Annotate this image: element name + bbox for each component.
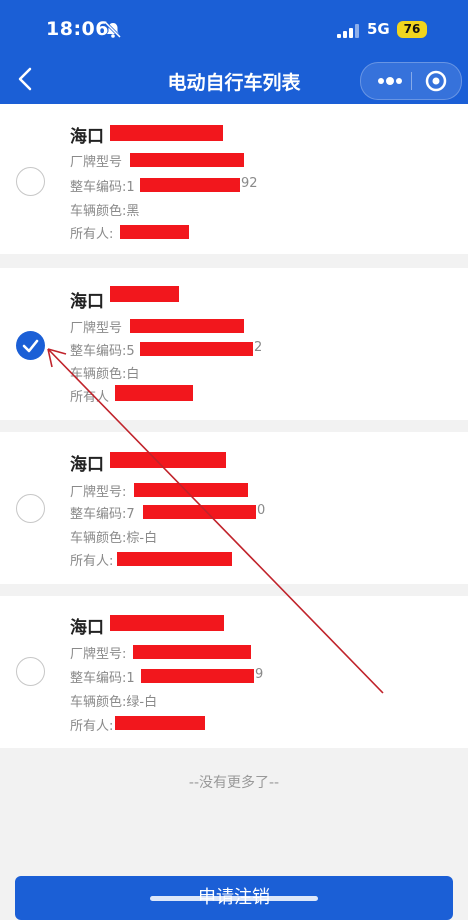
home-indicator [150,896,318,901]
color-label: 车辆颜色:绿-白 [70,695,158,710]
mini-program-capsule [360,62,462,100]
no-more-text: --没有更多了-- [188,775,280,791]
brand-model-label: 厂牌型号: [70,647,127,662]
status-bar: 18:06 5G 76 [0,18,468,44]
frame-code-label: 整车编码:1 [70,180,135,195]
select-radio[interactable] [16,167,45,196]
vehicle-card[interactable]: 海口 厂牌型号 整车编码:1 92 车辆颜色:黑 所有人: [0,104,468,254]
redaction-bar [133,645,251,659]
vehicle-card[interactable]: 海口 厂牌型号 整车编码:5 2 车辆颜色:白 所有人 [0,268,468,420]
vehicle-card[interactable]: 海口 厂牌型号: 整车编码:7 0 车辆颜色:棕-白 所有人: [0,432,468,584]
redaction-bar [110,286,179,302]
redaction-bar [117,552,232,566]
select-radio[interactable] [16,657,45,686]
redaction-bar [110,615,224,631]
redaction-bar [140,178,240,192]
select-radio-checked[interactable] [16,331,45,360]
color-label: 车辆颜色:棕-白 [70,531,158,546]
signal-icon [337,24,359,38]
redaction-bar [110,125,223,141]
owner-label: 所有人: [70,719,114,734]
redaction-bar [134,483,248,497]
battery-indicator: 76 [397,21,427,38]
owner-label: 所有人 [70,390,110,405]
select-radio[interactable] [16,494,45,523]
frame-code-tail: 2 [254,340,263,355]
color-label: 车辆颜色:黑 [70,204,140,219]
plate-number: 海口 [70,292,104,312]
plate-number: 海口 [70,455,104,475]
bell-mute-icon [104,21,122,39]
close-target-icon[interactable] [423,69,449,93]
redaction-bar [110,452,226,468]
nav-bar: 电动自行车列表 [0,60,468,100]
frame-code-label: 整车编码:7 [70,507,135,522]
status-time: 18:06 [46,18,109,40]
owner-label: 所有人: [70,554,114,569]
vehicle-card[interactable]: 海口 厂牌型号: 整车编码:1 9 车辆颜色:绿-白 所有人: [0,596,468,748]
redaction-bar [130,153,244,167]
frame-code-tail: 9 [255,667,264,682]
brand-model-label: 厂牌型号: [70,485,127,500]
redaction-bar [143,505,256,519]
owner-label: 所有人: [70,227,114,242]
checkmark-icon [22,339,39,353]
redaction-bar [115,716,205,730]
redaction-bar [130,319,244,333]
frame-code-tail: 92 [241,176,258,191]
color-label: 车辆颜色:白 [70,367,140,382]
redaction-bar [140,342,253,356]
redaction-bar [141,669,254,683]
plate-number: 海口 [70,618,104,638]
frame-code-label: 整车编码:1 [70,671,135,686]
more-dots-icon[interactable] [372,69,408,93]
frame-code-label: 整车编码:5 [70,344,135,359]
network-type: 5G [367,20,390,38]
brand-model-label: 厂牌型号 [70,321,123,336]
app-header: 18:06 5G 76 电动自行车列表 [0,0,468,104]
capsule-divider [411,72,412,90]
frame-code-tail: 0 [257,503,266,518]
brand-model-label: 厂牌型号 [70,155,123,170]
plate-number: 海口 [70,127,104,147]
redaction-bar [115,385,193,401]
redaction-bar [120,225,189,239]
